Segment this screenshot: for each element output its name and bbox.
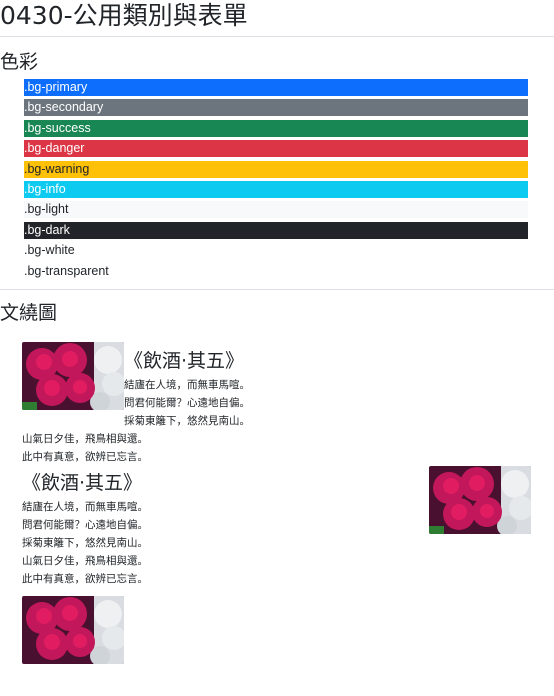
color-swatch-bg-light: .bg-light xyxy=(24,201,528,219)
poem-text: 結廬在人境，而無車馬喧。 問君何能爾？心遠地自偏。 採菊東籬下，悠然見南山。 山… xyxy=(22,376,282,466)
section-heading-colors: 色彩 xyxy=(0,51,39,73)
color-swatch-bg-dark: .bg-dark xyxy=(24,221,528,239)
section-heading-wrap: 文繞圖 xyxy=(0,301,58,324)
poem-title: 《飲酒‧其五》 xyxy=(22,471,143,494)
text-wrap-section: 《飲酒‧其五》 結廬在人境，而無車馬喧。 問君何能爾？心遠地自偏。 採菊東籬下，… xyxy=(0,326,554,696)
poem-line: 結廬在人境，而無車馬喧。 xyxy=(22,500,148,513)
divider xyxy=(0,288,554,290)
color-swatch-bg-success: .bg-success xyxy=(24,119,528,137)
poem-line: 問君何能爾？心遠地自偏。 xyxy=(22,518,148,531)
flower-image xyxy=(429,465,531,534)
color-swatch-bg-primary: .bg-primary xyxy=(24,79,528,96)
poem-line: 山氣日夕佳，飛鳥相與還。 xyxy=(22,554,148,567)
poem-title: 《飲酒‧其五》 xyxy=(124,349,245,372)
color-swatch-bg-secondary: .bg-secondary xyxy=(24,99,528,117)
color-swatch-bg-danger: .bg-danger xyxy=(24,140,528,158)
poem-text: 結廬在人境，而無車馬喧。 問君何能爾？心遠地自偏。 採菊東籬下，悠然見南山。 山… xyxy=(22,498,322,588)
color-swatch-bg-white: .bg-white xyxy=(24,242,528,260)
page-title: 0430-公用類別與表單 xyxy=(0,1,248,30)
poem-line: 結廬在人境，而無車馬喧。 xyxy=(124,378,250,391)
poem-line: 採菊東籬下，悠然見南山。 xyxy=(124,414,250,427)
color-list: .bg-primary .bg-secondary .bg-success .bg-d… xyxy=(24,79,528,280)
poem-line: 山氣日夕佳，飛鳥相與還。 xyxy=(22,432,148,445)
color-swatch-bg-warning: .bg-warning xyxy=(24,160,528,178)
color-swatch-bg-info: .bg-info xyxy=(24,180,528,198)
poem-line: 此中有真意，欲辨已忘言。 xyxy=(22,450,148,463)
poem-line: 採菊東籬下，悠然見南山。 xyxy=(22,536,148,549)
color-swatch-bg-transparent: .bg-transparent xyxy=(24,263,109,278)
flower-image xyxy=(22,595,124,664)
poem-line: 此中有真意，欲辨已忘言。 xyxy=(22,572,148,585)
poem-line: 問君何能爾？心遠地自偏。 xyxy=(124,396,250,409)
divider xyxy=(0,36,554,37)
